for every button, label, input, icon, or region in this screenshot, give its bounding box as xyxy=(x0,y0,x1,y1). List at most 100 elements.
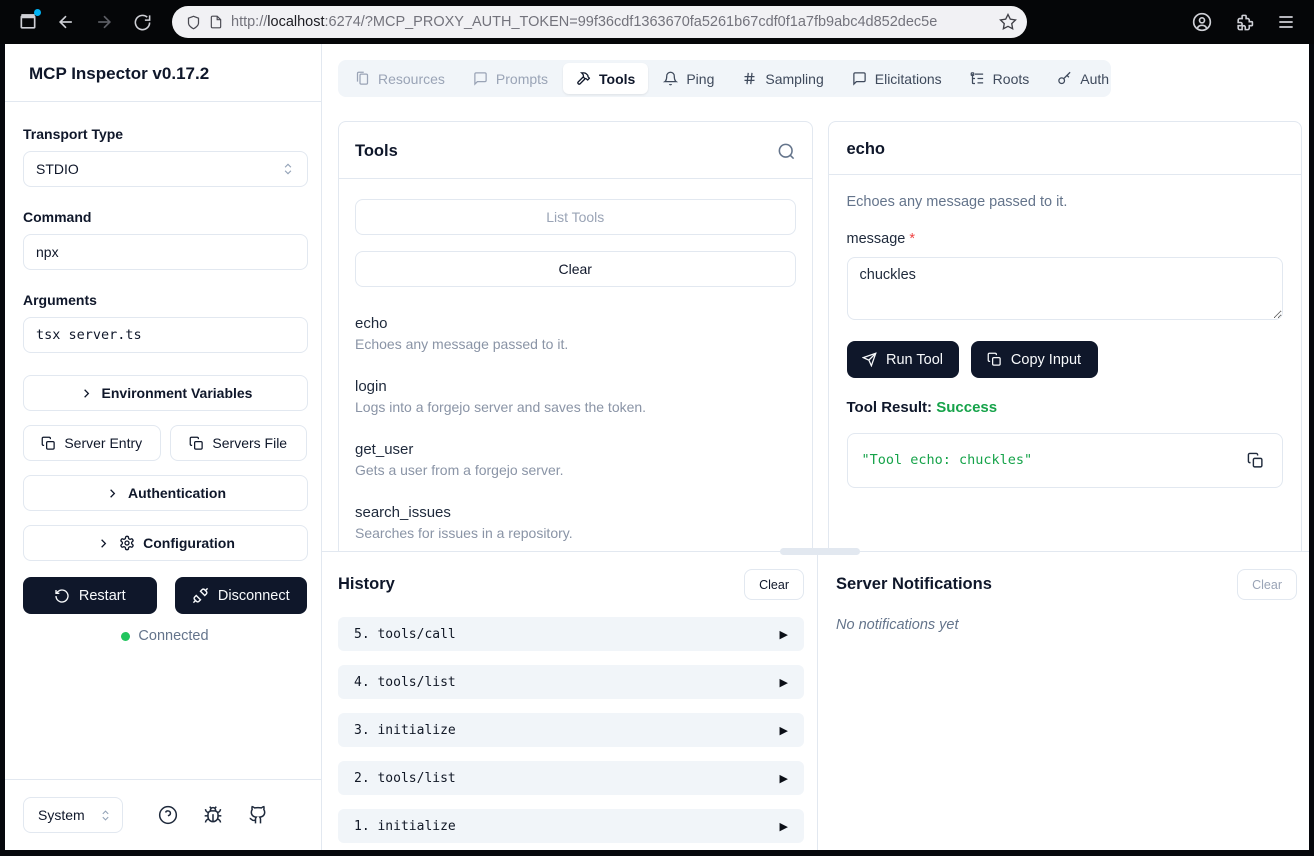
mcp-inspector-app: MCP Inspector v0.17.2 Transport Type STD… xyxy=(5,44,1309,850)
tab-ping[interactable]: Ping xyxy=(650,63,727,94)
notifications-title: Server Notifications xyxy=(836,575,992,594)
shield-permissions-icon[interactable] xyxy=(186,15,201,30)
github-icon[interactable] xyxy=(248,805,268,825)
authentication-label: Authentication xyxy=(128,485,226,501)
tab-roots[interactable]: Roots xyxy=(957,63,1043,94)
message-textarea[interactable]: chuckles xyxy=(847,257,1284,320)
help-icon[interactable] xyxy=(158,805,178,825)
tool-description: Gets a user from a forgejo server. xyxy=(355,462,796,478)
tool-detail-panel: echo Echoes any message passed to it. me… xyxy=(828,121,1303,552)
panel-split-divider xyxy=(322,551,1309,552)
list-tools-button[interactable]: List Tools xyxy=(355,199,796,235)
run-tool-button[interactable]: Run Tool xyxy=(847,341,959,378)
tab-tools[interactable]: Tools xyxy=(563,63,648,94)
expand-arrow-icon[interactable]: ▶ xyxy=(780,724,788,737)
tool-list-item-login[interactable]: login Logs into a forgejo server and sav… xyxy=(355,378,796,415)
tool-list-item-echo[interactable]: echo Echoes any message passed to it. xyxy=(355,315,796,352)
browser-toolbar: http://localhost:6274/?MCP_PROXY_AUTH_TO… xyxy=(0,0,1314,44)
sidebar: MCP Inspector v0.17.2 Transport Type STD… xyxy=(5,44,322,850)
connected-dot-icon xyxy=(121,632,130,641)
tab-label: Prompts xyxy=(496,71,548,87)
history-item[interactable]: 1. initialize ▶ xyxy=(338,809,804,843)
server-notifications-panel: Server Notifications Clear No notificati… xyxy=(818,552,1309,850)
arguments-input[interactable] xyxy=(23,317,308,353)
bottom-section: History Clear 5. tools/call ▶ 4. tools/l… xyxy=(322,552,1309,850)
url-text[interactable]: http://localhost:6274/?MCP_PROXY_AUTH_TO… xyxy=(231,14,991,30)
main-content: Resources Prompts Tools Ping Sampling xyxy=(322,44,1309,850)
history-item-label: 2. tools/list xyxy=(354,771,456,786)
servers-file-label: Servers File xyxy=(212,435,287,451)
unplug-icon xyxy=(192,587,209,604)
split-drag-handle[interactable] xyxy=(780,548,860,555)
url-path: :6274/?MCP_PROXY_AUTH_TOKEN=99f36cdf1363… xyxy=(325,14,938,30)
copy-result-button[interactable] xyxy=(1243,452,1268,469)
back-button[interactable] xyxy=(50,6,82,38)
tab-label: Tools xyxy=(599,71,635,87)
chevron-right-icon xyxy=(96,536,111,551)
copy-input-button[interactable]: Copy Input xyxy=(971,341,1098,378)
tool-description: Logs into a forgejo server and saves the… xyxy=(355,399,796,415)
command-input[interactable] xyxy=(23,234,308,270)
run-tool-label: Run Tool xyxy=(886,352,943,368)
hammer-icon xyxy=(576,71,591,86)
theme-select[interactable]: System xyxy=(23,797,123,833)
expand-arrow-icon[interactable]: ▶ xyxy=(780,772,788,785)
tab-label: Auth xyxy=(1080,71,1109,87)
tool-list-item-get-user[interactable]: get_user Gets a user from a forgejo serv… xyxy=(355,441,796,478)
restart-label: Restart xyxy=(79,588,126,604)
history-item[interactable]: 3. initialize ▶ xyxy=(338,713,804,747)
history-item[interactable]: 4. tools/list ▶ xyxy=(338,665,804,699)
tool-name: search_issues xyxy=(355,504,796,521)
expand-arrow-icon[interactable]: ▶ xyxy=(780,628,788,641)
history-item[interactable]: 5. tools/call ▶ xyxy=(338,617,804,651)
tab-elicitations[interactable]: Elicitations xyxy=(839,63,955,94)
server-entry-label: Server Entry xyxy=(64,435,142,451)
required-asterisk: * xyxy=(909,231,915,247)
clear-history-button[interactable]: Clear xyxy=(744,569,804,600)
history-item[interactable]: 2. tools/list ▶ xyxy=(338,761,804,795)
configuration-button[interactable]: Configuration xyxy=(23,525,308,561)
gear-icon xyxy=(119,535,135,551)
extensions-icon[interactable] xyxy=(1228,6,1260,38)
authentication-button[interactable]: Authentication xyxy=(23,475,308,511)
bookmark-star-icon[interactable] xyxy=(999,13,1017,31)
environment-variables-button[interactable]: Environment Variables xyxy=(23,375,308,411)
message-field-label: message* xyxy=(847,231,1284,247)
tab-auth[interactable]: Auth xyxy=(1044,63,1122,94)
list-tree-icon xyxy=(970,71,985,86)
expand-arrow-icon[interactable]: ▶ xyxy=(780,676,788,689)
search-icon[interactable] xyxy=(777,142,796,161)
tab-prompts[interactable]: Prompts xyxy=(460,63,561,94)
tab-resources[interactable]: Resources xyxy=(342,63,458,94)
forward-button[interactable] xyxy=(88,6,120,38)
bug-report-icon[interactable] xyxy=(203,805,223,825)
panels-row: Tools List Tools Clear echo Echoes any m… xyxy=(338,121,1302,552)
server-entry-button[interactable]: Server Entry xyxy=(23,425,161,461)
account-icon[interactable] xyxy=(1186,6,1218,38)
clear-notifications-button[interactable]: Clear xyxy=(1237,569,1297,600)
transport-type-select[interactable]: STDIO xyxy=(23,151,308,187)
expand-arrow-icon[interactable]: ▶ xyxy=(780,820,788,833)
url-host: localhost xyxy=(267,14,324,30)
copy-icon xyxy=(1247,452,1264,469)
tool-result-box: "Tool echo: chuckles" xyxy=(847,433,1284,488)
clear-tools-button[interactable]: Clear xyxy=(355,251,796,287)
page-info-icon[interactable] xyxy=(209,15,223,29)
history-item-label: 4. tools/list xyxy=(354,675,456,690)
reload-button[interactable] xyxy=(126,6,158,38)
configuration-label: Configuration xyxy=(143,535,235,551)
address-bar[interactable]: http://localhost:6274/?MCP_PROXY_AUTH_TO… xyxy=(172,6,1027,38)
tool-detail-description: Echoes any message passed to it. xyxy=(847,194,1284,210)
servers-file-button[interactable]: Servers File xyxy=(170,425,308,461)
tool-description: Searches for issues in a repository. xyxy=(355,525,796,541)
disconnect-button[interactable]: Disconnect xyxy=(175,577,308,614)
window-tab-icon[interactable] xyxy=(12,6,44,38)
tool-list-item-search-issues[interactable]: search_issues Searches for issues in a r… xyxy=(355,504,796,541)
tab-sampling[interactable]: Sampling xyxy=(729,63,836,94)
feature-tabs: Resources Prompts Tools Ping Sampling xyxy=(338,60,1111,97)
copy-icon xyxy=(41,436,56,451)
copy-icon xyxy=(987,352,1002,367)
tab-label: Elicitations xyxy=(875,71,942,87)
menu-icon[interactable] xyxy=(1270,6,1302,38)
restart-button[interactable]: Restart xyxy=(23,577,157,614)
